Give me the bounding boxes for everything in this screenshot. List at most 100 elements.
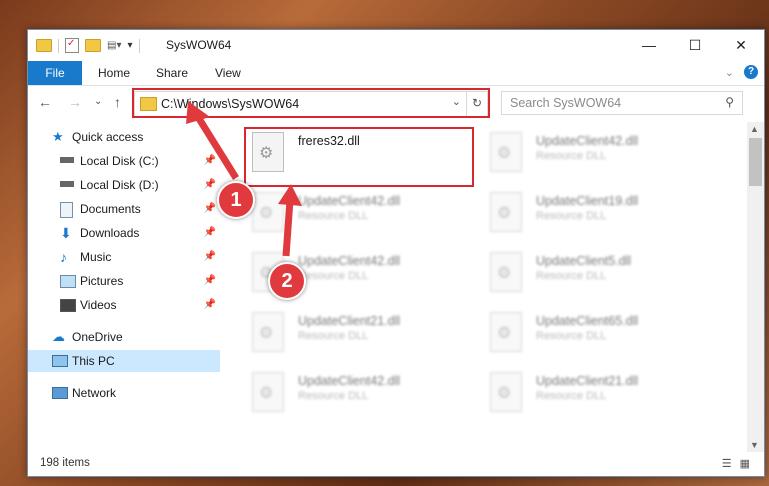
sidebar-item-local-disk-d[interactable]: Local Disk (D:) 📌 xyxy=(28,174,220,196)
large-icons-view-icon[interactable]: ▦ xyxy=(740,457,750,470)
close-button[interactable]: ✕ xyxy=(718,30,764,61)
file-type: Resource DLL xyxy=(298,330,369,342)
file-type: Resource DLL xyxy=(536,330,607,342)
pictures-icon xyxy=(60,275,76,288)
file-type: Resource DLL xyxy=(536,270,607,282)
status-bar: 198 items ☰ ▦ xyxy=(28,452,764,476)
file-item[interactable]: UpdateClient42.dll Resource DLL xyxy=(246,184,466,238)
pc-icon xyxy=(52,355,68,367)
file-item[interactable]: UpdateClient65.dll Resource DLL xyxy=(484,304,704,358)
forward-arrow-icon[interactable]: → xyxy=(68,94,82,110)
new-folder-icon[interactable] xyxy=(85,39,101,52)
sidebar-item-label: Music xyxy=(80,250,112,264)
callout-badge-1: 1 xyxy=(217,181,255,219)
address-highlight-box xyxy=(132,88,490,118)
file-name: UpdateClient42.dll xyxy=(298,194,401,208)
window-title: SysWOW64 xyxy=(166,38,232,52)
pin-icon[interactable]: 📌 xyxy=(204,150,216,172)
maximize-button[interactable]: ☐ xyxy=(672,30,718,61)
file-type: Resource DLL xyxy=(536,150,607,162)
minimize-button[interactable]: — xyxy=(626,30,672,61)
tab-view[interactable]: View xyxy=(215,61,241,85)
properties-icon[interactable] xyxy=(65,38,79,53)
sidebar-item-this-pc[interactable]: This PC xyxy=(28,350,220,372)
file-name: UpdateClient42.dll xyxy=(298,254,401,268)
pin-icon[interactable]: 📌 xyxy=(204,294,216,316)
recent-locations-icon[interactable]: ⌄ xyxy=(94,96,102,107)
sidebar-item-label: Videos xyxy=(80,298,117,312)
sidebar-item-label: Local Disk (C:) xyxy=(80,154,159,168)
up-arrow-icon[interactable]: ↑ xyxy=(114,94,121,110)
dll-file-icon xyxy=(490,132,522,172)
videos-icon xyxy=(60,299,76,312)
file-explorer-window: ▤▾ ▾ SysWOW64 — ☐ ✕ File Home Share View… xyxy=(27,29,765,477)
dll-file-icon xyxy=(490,372,522,412)
file-item[interactable]: UpdateClient21.dll Resource DLL xyxy=(484,364,704,418)
music-icon: ♪ xyxy=(60,249,67,265)
file-name: UpdateClient21.dll xyxy=(536,374,639,388)
sidebar-item-onedrive[interactable]: ☁ OneDrive xyxy=(28,326,220,348)
expand-ribbon-icon[interactable]: ⌄ xyxy=(725,66,734,79)
sidebar-item-downloads[interactable]: ⬇ Downloads 📌 xyxy=(28,222,220,244)
dll-file-icon xyxy=(252,192,284,232)
file-type: Resource DLL xyxy=(298,270,369,282)
download-icon: ⬇ xyxy=(60,225,72,241)
sidebar-item-label: Downloads xyxy=(80,226,140,240)
details-view-icon[interactable]: ☰ xyxy=(722,457,732,470)
drive-icon xyxy=(60,157,74,163)
pin-icon[interactable]: 📌 xyxy=(204,198,216,220)
dll-file-icon xyxy=(490,192,522,232)
scroll-up-icon[interactable]: ▲ xyxy=(750,124,759,134)
pin-icon[interactable]: 📌 xyxy=(204,246,216,268)
chevron-down-icon[interactable]: ▾ xyxy=(127,40,132,51)
customize-toolbar-icon[interactable]: ▤▾ xyxy=(107,40,121,51)
sidebar-item-label: Quick access xyxy=(72,130,144,144)
sidebar-item-music[interactable]: ♪ Music 📌 xyxy=(28,246,220,268)
dll-file-icon xyxy=(252,312,284,352)
file-item[interactable]: UpdateClient21.dll Resource DLL xyxy=(246,304,466,358)
search-icon[interactable]: ⚲ xyxy=(725,95,734,109)
file-item[interactable]: UpdateClient5.dll Resource DLL xyxy=(484,244,704,298)
sidebar-item-network[interactable]: Network xyxy=(28,382,220,404)
file-item[interactable]: UpdateClient42.dll Resource DLL xyxy=(484,124,704,178)
network-icon xyxy=(52,387,68,399)
file-name: UpdateClient5.dll xyxy=(536,254,632,268)
help-icon[interactable]: ? xyxy=(744,65,758,79)
quick-access-toolbar: ▤▾ ▾ xyxy=(36,38,140,53)
sidebar-item-local-disk-c[interactable]: Local Disk (C:) 📌 xyxy=(28,150,220,172)
file-name: UpdateClient19.dll xyxy=(536,194,639,208)
back-arrow-icon[interactable]: ← xyxy=(38,94,52,110)
toolbar-separator xyxy=(138,38,140,53)
sidebar-item-label: Pictures xyxy=(80,274,124,288)
sidebar-item-videos[interactable]: Videos 📌 xyxy=(28,294,220,316)
sidebar-item-label: This PC xyxy=(72,354,115,368)
pin-icon[interactable]: 📌 xyxy=(204,222,216,244)
sidebar-item-pictures[interactable]: Pictures 📌 xyxy=(28,270,220,292)
pin-icon[interactable]: 📌 xyxy=(204,270,216,292)
sidebar-item-documents[interactable]: Documents 📌 xyxy=(28,198,220,220)
documents-icon xyxy=(60,202,73,218)
file-item[interactable]: UpdateClient19.dll Resource DLL xyxy=(484,184,704,238)
scrollbar-thumb[interactable] xyxy=(749,138,762,186)
file-type: Resource DLL xyxy=(536,210,607,222)
sidebar-item-label: Network xyxy=(72,386,117,400)
tab-file[interactable]: File xyxy=(28,61,82,85)
file-highlight-box xyxy=(244,127,474,187)
sidebar-item-quick-access[interactable]: ★ Quick access xyxy=(28,126,220,148)
pin-icon[interactable]: 📌 xyxy=(204,174,216,196)
tab-share[interactable]: Share xyxy=(156,61,188,85)
search-input[interactable]: Search SysWOW64 ⚲ xyxy=(501,91,743,115)
dll-file-icon xyxy=(252,372,284,412)
drive-icon xyxy=(60,181,74,187)
tab-home[interactable]: Home xyxy=(98,61,130,85)
dll-file-icon xyxy=(490,312,522,352)
file-item[interactable]: UpdateClient42.dll Resource DLL xyxy=(246,364,466,418)
search-placeholder: Search SysWOW64 xyxy=(510,96,622,110)
cloud-icon: ☁ xyxy=(52,329,65,344)
vertical-scrollbar[interactable]: ▲ ▼ xyxy=(747,122,764,452)
scroll-down-icon[interactable]: ▼ xyxy=(750,440,759,450)
sidebar-item-label: Local Disk (D:) xyxy=(80,178,159,192)
ribbon-tabs: File Home Share View ⌄ ? xyxy=(28,61,764,86)
file-name: UpdateClient42.dll xyxy=(536,134,639,148)
callout-badge-2: 2 xyxy=(268,262,306,300)
